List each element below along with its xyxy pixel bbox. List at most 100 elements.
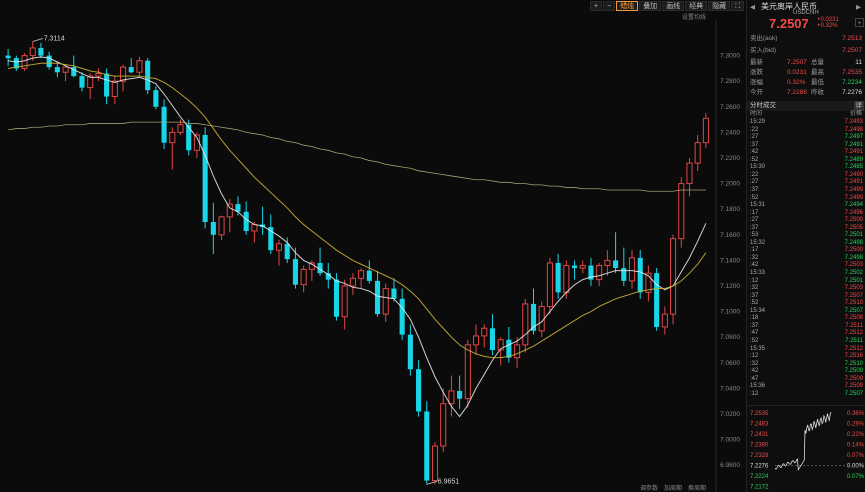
quote-panel: ◀ 美元离岸人民币 ▶ USDCNH 7.2507 +0.0231 +0.32%…	[746, 0, 865, 492]
hide-button[interactable]: 隐藏	[708, 0, 731, 11]
candle-body	[457, 390, 463, 399]
candle-body	[111, 80, 118, 98]
candle-body	[374, 280, 381, 315]
candlestick-chart[interactable]: 7.3000 7.2800 7.2600 7.2400 7.2200 7.2000 7.18…	[0, 0, 746, 492]
candle-body	[251, 224, 258, 232]
add-period-button[interactable]: 加周期	[664, 483, 682, 492]
candle-body	[416, 369, 422, 412]
y-tick-label: 7.1200	[720, 283, 740, 290]
y-tick-label: 7.2800	[720, 78, 740, 85]
candle-body	[62, 66, 69, 73]
candle-body	[46, 55, 52, 68]
candle-body	[29, 47, 36, 57]
mini-price-label: 7.2276	[750, 464, 769, 470]
chart-background	[0, 0, 746, 492]
next-arrow-icon[interactable]: ▶	[856, 3, 861, 12]
switch-period-button[interactable]: 换周期	[688, 483, 706, 492]
stat-label: 最新	[750, 59, 763, 66]
candle-body	[366, 270, 372, 281]
candle-body	[349, 277, 356, 287]
y-tick-label: 7.0800	[720, 334, 740, 341]
candle-body	[54, 67, 60, 73]
candle-button[interactable]: 蜡烛	[616, 0, 639, 11]
candle-body	[275, 243, 283, 251]
classic-button[interactable]: 经典	[685, 0, 708, 11]
draw-line-button[interactable]: 画线	[662, 0, 685, 11]
chart-bottom-bar: 调参数 加周期 换周期	[640, 483, 745, 492]
stat-label: 最高	[811, 69, 824, 76]
mini-price-label: 7.2431	[750, 432, 769, 438]
adjust-params-button[interactable]: 调参数	[640, 483, 658, 492]
bid-value: 7.2507	[842, 47, 862, 54]
ma-settings-link[interactable]: 设置均线	[682, 12, 706, 21]
y-tick-label: 7.3000	[720, 53, 740, 60]
y-tick-label: 7.2400	[720, 129, 740, 136]
ask-value: 7.2513	[842, 35, 862, 42]
trade-time: :12	[750, 390, 759, 397]
candle-body	[95, 73, 102, 77]
mini-pct-label: 0.29%	[847, 422, 865, 428]
stat-value: 0.0231	[787, 69, 807, 76]
stat-label: 涨跌	[750, 69, 763, 76]
stat-value: 0.32%	[787, 79, 806, 86]
candle-body	[424, 411, 430, 481]
candle-body	[579, 265, 586, 269]
mini-price-label: 7.2483	[750, 422, 769, 428]
candle-body	[686, 162, 693, 185]
candle-body	[604, 259, 611, 267]
trading-app: 7.3000 7.2800 7.2600 7.2400 7.2200 7.2000 7.18…	[0, 0, 865, 492]
chart-toolbar: + − 蜡烛 叠加 画线 经典 隐藏 ⛶	[590, 0, 745, 11]
mini-price-label: 7.2535	[750, 411, 769, 417]
candle-body	[464, 344, 471, 400]
trade-row: :12 7.2507	[747, 391, 865, 399]
candle-body	[391, 288, 397, 299]
last-price: 7.2507	[769, 16, 809, 31]
stat-label: 今开	[750, 89, 763, 96]
candle-body	[218, 216, 225, 236]
price-change: +0.0231 +0.32%	[817, 17, 839, 29]
candle-body	[399, 298, 405, 335]
mini-pct-label: 0.36%	[847, 411, 865, 417]
candle-body	[522, 303, 529, 346]
y-tick-label: 7.1800	[720, 206, 740, 213]
mini-pct-label: 0.14%	[847, 443, 865, 449]
candle-body	[670, 238, 677, 315]
mini-pct-label: 0.07%	[847, 453, 865, 459]
y-tick-label: 7.0000	[720, 437, 740, 444]
candle-body	[202, 134, 208, 222]
y-tick-label: 7.0400	[720, 385, 740, 392]
candle-body	[489, 328, 495, 350]
candle-body	[136, 60, 143, 73]
candle-body	[563, 265, 570, 293]
prev-arrow-icon[interactable]: ◀	[750, 3, 755, 12]
candle-body	[153, 90, 159, 107]
zoom-out-button[interactable]: −	[603, 0, 616, 11]
stat-value: 7.2276	[842, 89, 862, 96]
candle-body	[546, 262, 553, 307]
mini-price-label: 7.2380	[750, 443, 769, 449]
candle-body	[440, 403, 447, 447]
candle-body	[341, 285, 348, 318]
ask-label: 卖出(ask)	[750, 35, 778, 42]
candle-body	[38, 47, 44, 56]
y-tick-label: 6.9800	[720, 462, 740, 469]
overlay-button[interactable]: 叠加	[639, 0, 662, 11]
candle-body	[169, 131, 176, 144]
candle-body	[613, 260, 619, 269]
bid-label: 买入(bid)	[750, 47, 777, 54]
stat-value: 11	[855, 59, 862, 66]
candle-body	[407, 334, 413, 370]
expand-icon[interactable]: ⛶	[731, 0, 745, 11]
high-annotation: 7.3114	[44, 36, 65, 43]
candle-body	[226, 203, 233, 218]
trades-col-price: 价格	[849, 111, 862, 117]
add-watch-icon[interactable]: +	[855, 18, 864, 27]
candle-body	[300, 268, 307, 286]
mini-intraday-chart: 7.2535 0.36% 7.2483 0.29% 7.2431 0.22% 7.2380 0…	[750, 411, 865, 491]
candle-body	[145, 60, 151, 91]
candle-body	[161, 106, 167, 143]
candle-body	[472, 335, 480, 346]
zoom-in-button[interactable]: +	[590, 0, 603, 11]
candle-body	[186, 124, 192, 151]
candle-body	[661, 313, 668, 328]
